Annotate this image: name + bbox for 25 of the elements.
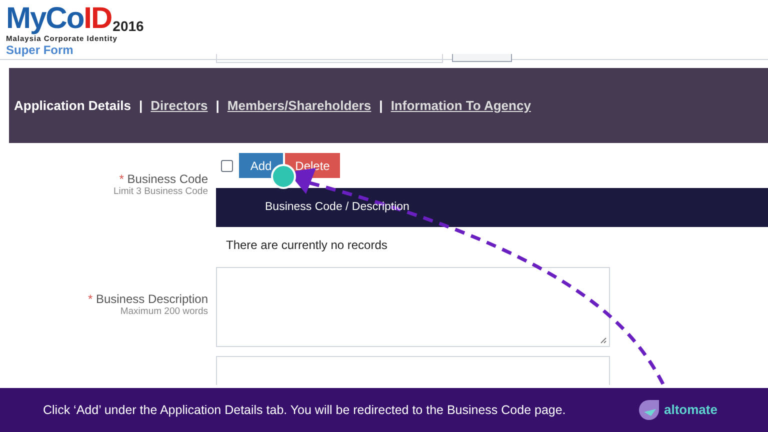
caption-text: Click ‘Add’ under the Application Details tab. You will be redirected to the Business Code page. — [43, 402, 566, 419]
brand-logo-icon — [638, 399, 660, 421]
tab[interactable]: Application Details — [14, 96, 132, 116]
button[interactable] — [452, 54, 512, 62]
field-hint: Limit 3 Business Code — [112, 186, 208, 198]
tab-separator: | — [379, 96, 383, 115]
tab-separator: | — [216, 96, 220, 115]
logo-text: MyCo — [6, 2, 84, 35]
field-hint: Maximum 200 words — [119, 306, 208, 318]
tab[interactable]: Directors — [150, 96, 208, 116]
subtitle: Super Form — [6, 43, 74, 58]
checkbox[interactable] — [221, 160, 233, 172]
input-field[interactable] — [216, 54, 443, 63]
brand-name: altomate — [664, 401, 718, 420]
field-label: * Business Description — [86, 292, 208, 306]
logo-text: ID — [84, 2, 112, 35]
logo-year: 2016 — [112, 18, 144, 34]
tab-separator: | — [139, 96, 143, 115]
text-area[interactable] — [216, 356, 610, 385]
field-label: * Business Code — [118, 172, 208, 186]
empty-message: There are currently no records — [225, 237, 388, 254]
tab[interactable]: Information To Agency — [390, 96, 531, 116]
text-area[interactable] — [216, 267, 610, 347]
tab[interactable]: Members/Shareholders — [227, 96, 372, 116]
resize-icon — [600, 337, 607, 344]
